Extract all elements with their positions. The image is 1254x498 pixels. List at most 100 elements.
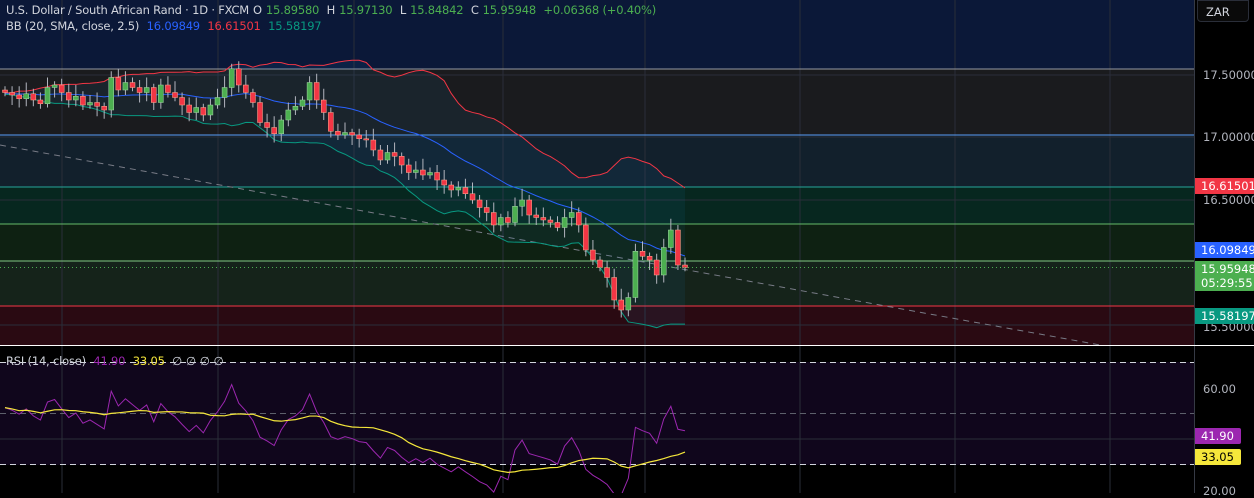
candle-body	[519, 199, 525, 207]
candle-body	[306, 82, 313, 101]
candle-body	[491, 212, 497, 226]
rsi-tick: 60.00	[1203, 382, 1236, 396]
candle-body	[597, 259, 603, 268]
candle-body	[250, 92, 256, 103]
candle-body	[604, 267, 610, 278]
candle-body	[271, 127, 277, 134]
candle-body	[505, 217, 511, 223]
bb-legend[interactable]: BB (20, SMA, close, 2.5) 16.09849 16.615…	[6, 19, 325, 33]
bb-basis-badge: 16.09849	[1195, 242, 1254, 258]
rsi-badge: 41.90	[1195, 428, 1241, 444]
candle-body	[455, 187, 462, 191]
candle-body	[80, 96, 86, 106]
candle-body	[101, 106, 107, 111]
candle-body	[243, 84, 249, 93]
candle-body	[469, 193, 476, 201]
candle-body	[462, 187, 469, 194]
candle-body	[540, 217, 547, 221]
open-value: 15.89580	[265, 3, 320, 17]
candle-body	[278, 119, 284, 134]
candle-body	[632, 251, 639, 298]
rsi-legend[interactable]: RSI (14, close) 41.90 33.05 ∅ ∅ ∅ ∅	[6, 354, 227, 368]
countdown: 05:29:55	[1201, 276, 1253, 290]
symbol-title: U.S. Dollar / South African Rand · 1D · …	[6, 3, 250, 17]
candle-body	[590, 249, 596, 261]
candle-body	[51, 84, 58, 88]
candle-body	[122, 82, 129, 91]
candle-body	[228, 68, 235, 88]
price-axis[interactable]: ZAR 17.50000 17.00000 16.50000 15.50000 …	[1194, 0, 1254, 498]
candle-body	[533, 214, 539, 218]
candle-body	[342, 132, 348, 136]
candle-body	[483, 207, 490, 213]
candle-body	[568, 212, 575, 218]
price-tick: 17.50000	[1203, 68, 1254, 82]
candle-body	[335, 131, 341, 136]
candle-body	[576, 212, 582, 226]
candle-body	[143, 87, 150, 93]
candle-body	[94, 102, 100, 107]
candle-body	[58, 84, 65, 93]
candle-body	[108, 77, 114, 111]
candle-body	[136, 87, 143, 93]
candle-body	[285, 109, 292, 121]
candle-body	[675, 229, 681, 266]
candle-body	[668, 229, 674, 248]
candle-body	[547, 219, 554, 223]
price-tick: 16.50000	[1203, 193, 1254, 207]
candle-body	[115, 77, 122, 91]
candle-body	[328, 112, 334, 132]
candle-body	[236, 68, 242, 86]
candle-body	[264, 122, 270, 128]
currency-button[interactable]: ZAR	[1197, 0, 1249, 22]
high-value: 15.97130	[339, 3, 393, 17]
rsi-tick: 20.00	[1203, 484, 1236, 498]
chart-canvas[interactable]	[0, 0, 1194, 493]
rsi-ma-value: 33.05	[132, 354, 165, 368]
candle-body	[129, 82, 136, 88]
candle-body	[618, 299, 624, 311]
candle-body	[214, 97, 221, 106]
candle-body	[30, 93, 37, 101]
candle-body	[44, 87, 51, 104]
bb-upper-badge: 16.61501	[1195, 178, 1254, 194]
candle-body	[413, 169, 419, 173]
bb-basis: 16.09849	[146, 19, 200, 33]
candle-body	[476, 199, 483, 208]
candle-body	[23, 93, 29, 99]
candle-body	[391, 152, 398, 157]
bb-upper: 16.61501	[207, 19, 261, 33]
change-value: +0.06368 (+0.40%)	[543, 3, 657, 17]
candle-body	[427, 172, 433, 176]
candle-body	[611, 277, 617, 301]
pane-divider[interactable]	[1194, 345, 1254, 346]
candle-body	[313, 82, 320, 101]
candle-body	[661, 247, 667, 276]
candle-body	[200, 107, 207, 116]
rsi-label: RSI (14, close)	[6, 354, 86, 368]
candle-body	[398, 156, 405, 166]
candle-body	[193, 107, 199, 113]
candle-body	[158, 84, 164, 103]
candle-body	[420, 169, 426, 176]
low-value: 15.84842	[410, 3, 464, 17]
last-price-badge: 15.95948 05:29:55	[1195, 261, 1254, 291]
candle-body	[441, 179, 447, 186]
candle-body	[356, 134, 362, 139]
candle-body	[434, 172, 440, 181]
candle-body	[87, 102, 93, 106]
candle-body	[349, 132, 355, 136]
candle-body	[221, 87, 228, 98]
candle-body	[406, 164, 412, 173]
rsi-ma-badge: 33.05	[1195, 449, 1241, 465]
bb-lower: 15.58197	[268, 19, 322, 33]
candle-body	[151, 87, 157, 103]
candle-body	[554, 222, 561, 228]
rsi-value: 41.90	[93, 354, 126, 368]
candle-body	[172, 92, 178, 98]
candle-body	[370, 139, 377, 151]
candle-body	[498, 217, 504, 226]
candle-body	[384, 152, 391, 161]
candle-body	[625, 297, 632, 311]
candle-body	[639, 251, 646, 257]
